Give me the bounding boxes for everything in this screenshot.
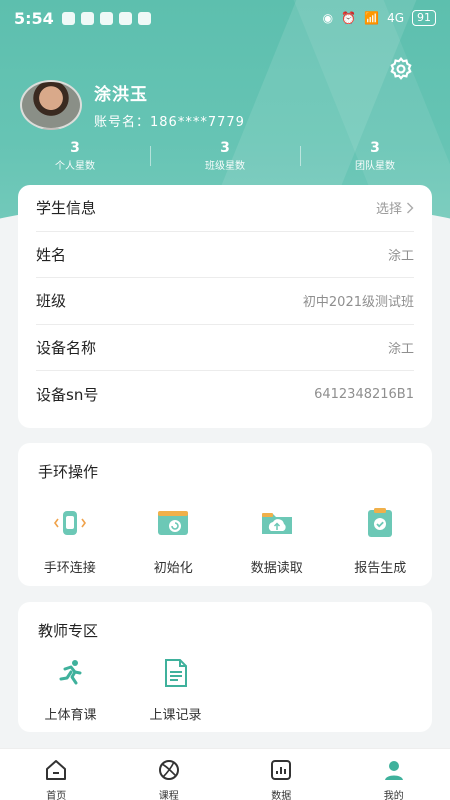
document-icon: [164, 659, 187, 687]
home-icon: [46, 760, 67, 780]
wifi-icon: 📶: [364, 11, 380, 25]
tab-home[interactable]: 首页: [0, 749, 113, 800]
settings-gear-icon[interactable]: [388, 56, 414, 82]
running-icon: [59, 660, 81, 685]
data-read-icon: [261, 513, 292, 534]
user-account: 账号名：186****7779: [94, 115, 245, 130]
chevron-right-icon: [407, 202, 414, 214]
network-label: 4G: [387, 11, 404, 25]
student-info-card: 学生信息 选择 姓名 涂工 班级 初中2021级测试班 设备名称 涂工 设备sn号 64…: [18, 185, 432, 428]
info-row-class: 班级 初中2021级测试班: [36, 278, 414, 325]
info-row-device-sn: 设备sn号 6412348216B1: [36, 385, 414, 404]
student-info-title: 学生信息: [36, 199, 97, 218]
battery-indicator: 91: [412, 10, 436, 26]
stat-personal-stars: 3 个人星数: [55, 140, 95, 172]
report-icon: [368, 508, 393, 537]
stats-bar: 3 个人星数 3 班级星数 3 团队星数: [0, 140, 450, 172]
student-info-header[interactable]: 学生信息 选择: [36, 185, 414, 232]
user-name: 涂洪玉: [94, 85, 148, 105]
info-row-device-name: 设备名称 涂工: [36, 325, 414, 371]
teacher-title: 教师专区: [38, 622, 99, 640]
select-student-button[interactable]: 选择: [376, 198, 414, 217]
status-time: 5:54: [14, 8, 54, 28]
band-ops-title: 手环操作: [38, 463, 99, 481]
init-icon: [158, 511, 189, 535]
ball-icon: [158, 760, 179, 780]
teacher-card: 教师专区 上体育课 上课记录: [18, 602, 432, 732]
user-icon: [384, 761, 403, 780]
report-button[interactable]: 报告生成: [329, 505, 433, 576]
tab-data[interactable]: 数据: [225, 749, 338, 800]
tab-mine[interactable]: 我的: [338, 749, 450, 800]
eye-icon: ◉: [322, 11, 334, 25]
init-button[interactable]: 初始化: [122, 505, 226, 576]
tab-courses[interactable]: 课程: [113, 749, 226, 800]
stat-team-stars: 3 团队星数: [300, 140, 450, 172]
band-connect-icon: [53, 511, 86, 535]
bottom-tab-bar: 首页 课程 数据 我的: [0, 748, 450, 800]
notification-icons: [61, 11, 151, 25]
stat-class-stars: 3 班级星数: [150, 140, 300, 172]
info-row-name: 姓名 涂工: [36, 232, 414, 278]
profile-header: 涂洪玉 账号名：186****7779: [20, 80, 245, 130]
data-read-button[interactable]: 数据读取: [225, 505, 329, 576]
avatar[interactable]: [20, 80, 82, 130]
pe-class-button[interactable]: 上体育课: [18, 658, 123, 723]
alarm-icon: ⏰: [341, 11, 357, 25]
status-bar: 5:54 ◉ ⏰ 📶 4G 91: [0, 0, 450, 36]
class-records-button[interactable]: 上课记录: [123, 658, 228, 723]
band-ops-card: 手环操作 手环连接 初始化 数据读取 报告生成: [18, 443, 432, 586]
chart-icon: [271, 760, 292, 780]
band-connect-button[interactable]: 手环连接: [18, 505, 122, 576]
